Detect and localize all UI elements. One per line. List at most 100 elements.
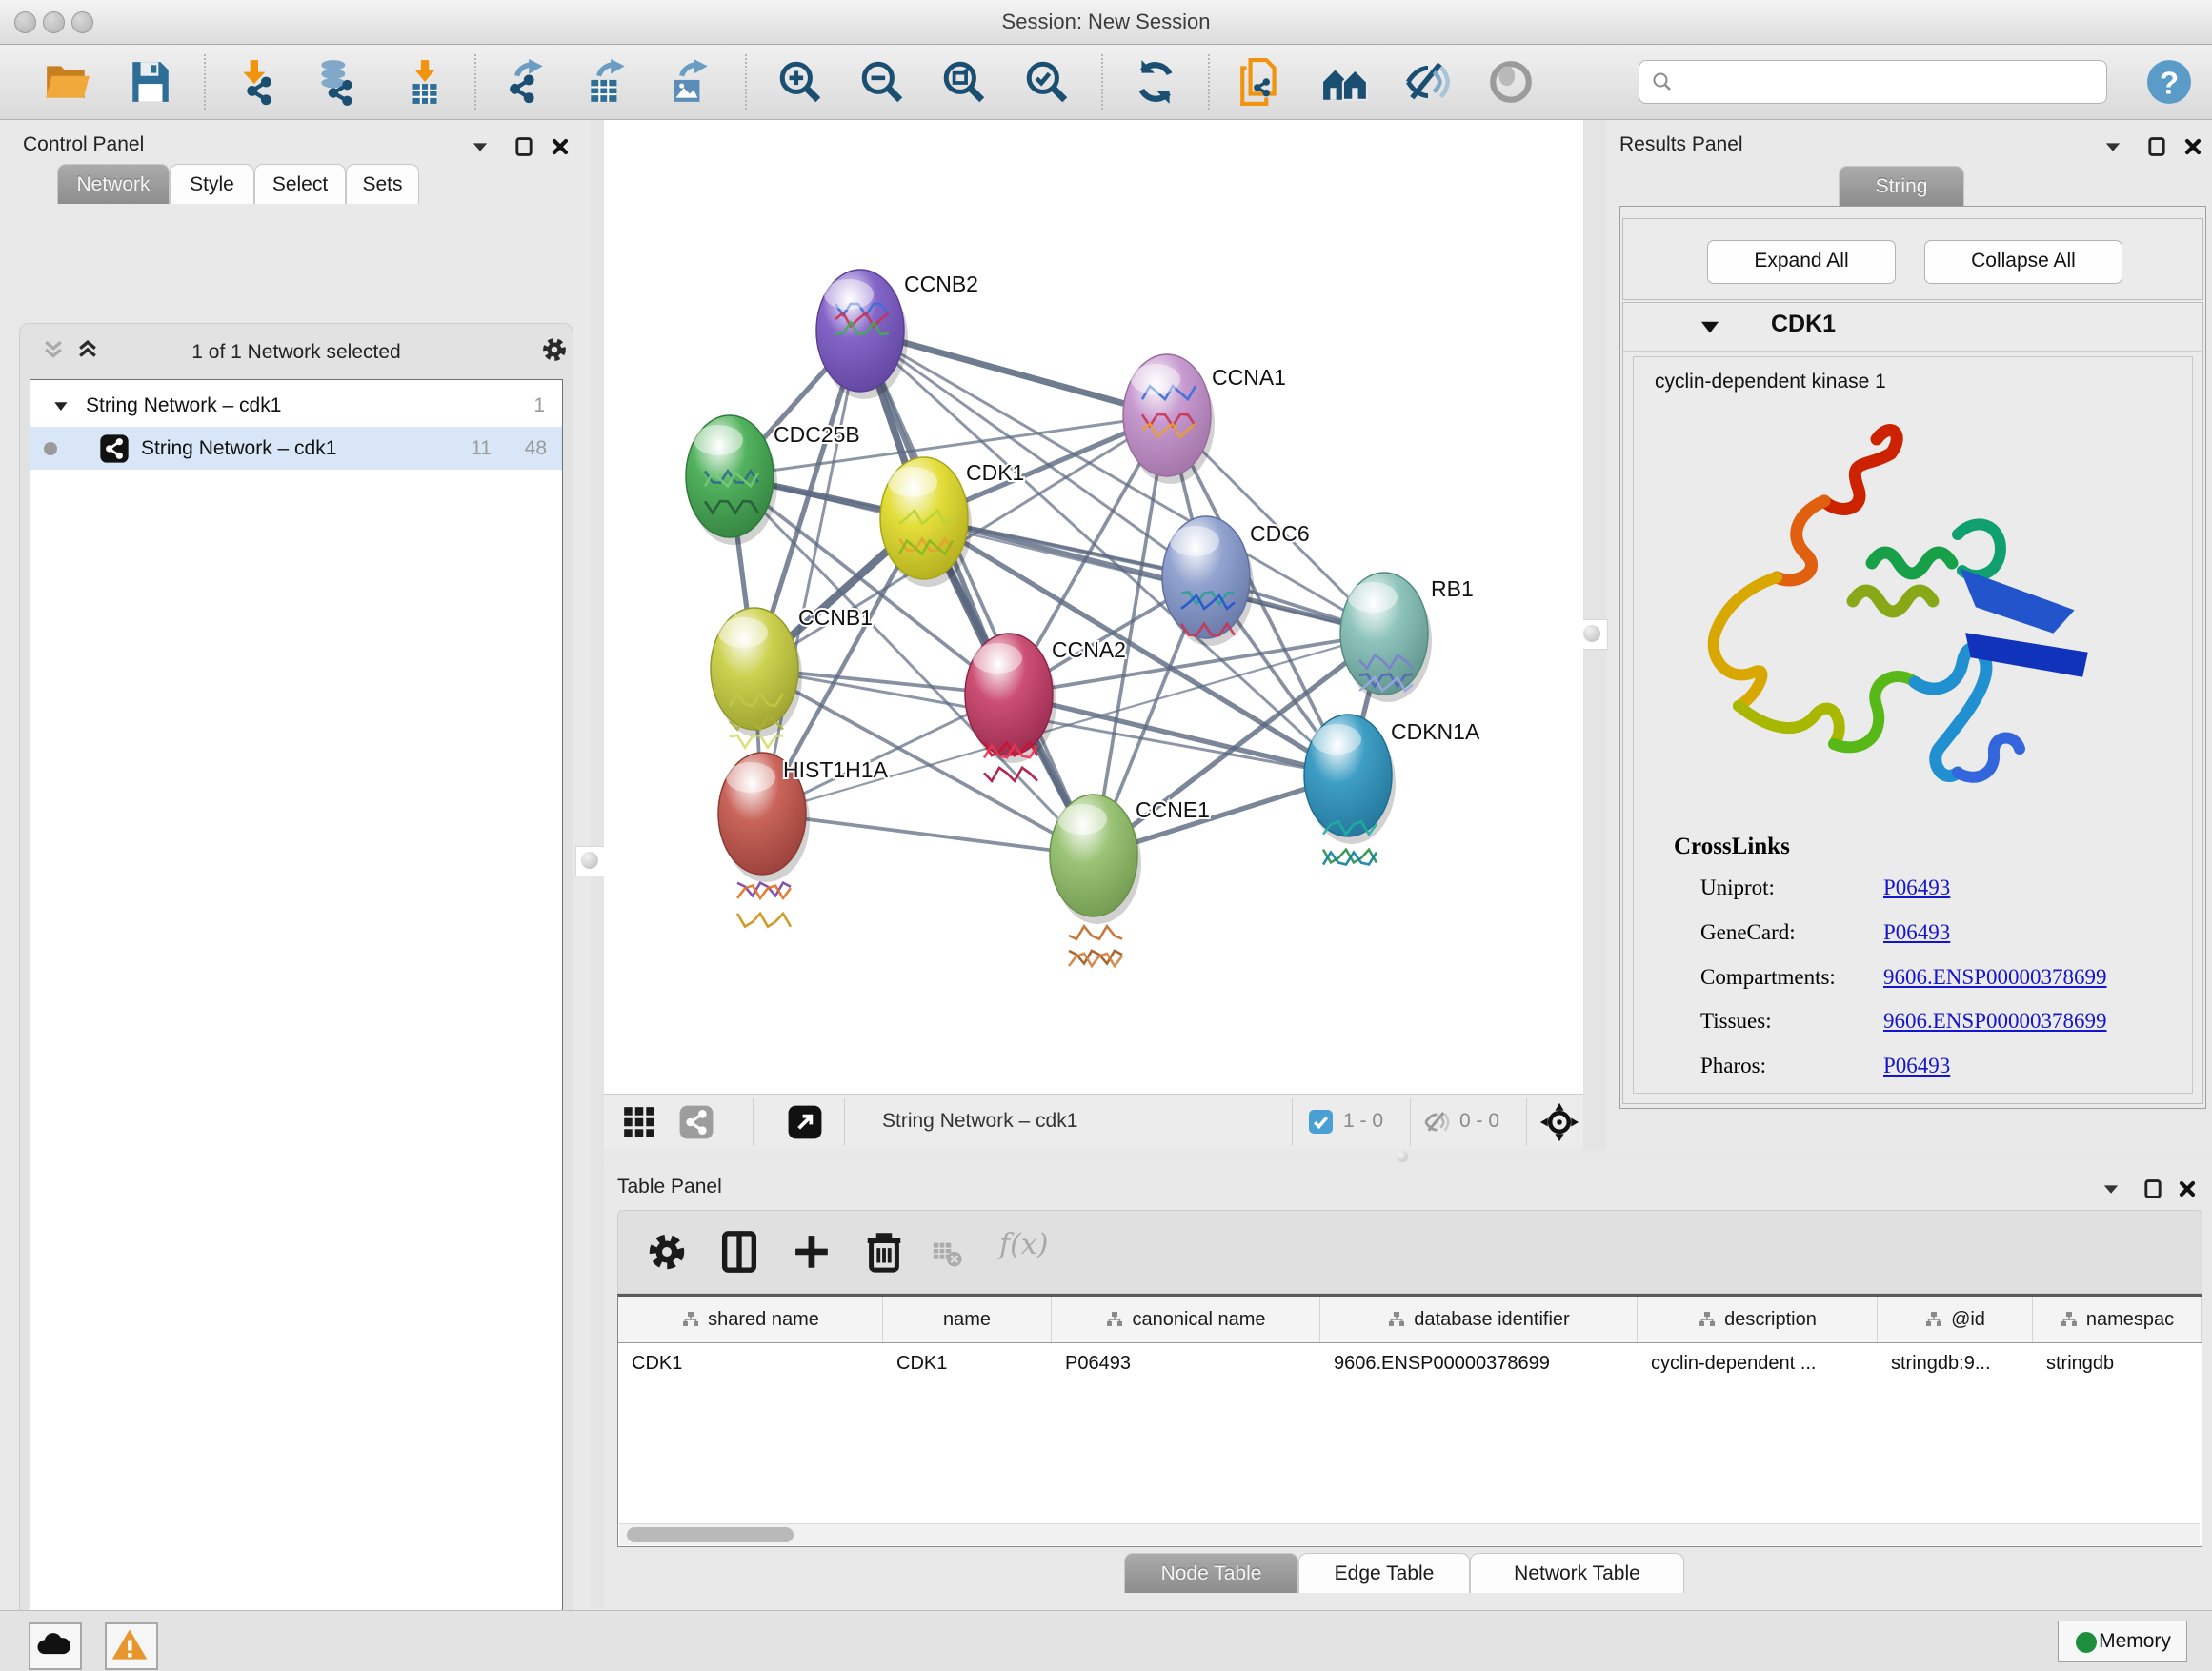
delete-column-icon[interactable] xyxy=(862,1230,906,1274)
column-header[interactable]: name xyxy=(883,1297,1052,1342)
network-edge[interactable] xyxy=(860,331,1094,856)
tab-select[interactable]: Select xyxy=(254,164,346,204)
tab-edge-table[interactable]: Edge Table xyxy=(1298,1553,1470,1593)
network-view[interactable]: CCNB2CCNA1CDC25BCDK1CDC6RB1CCNB1CCNA2CDK… xyxy=(604,120,1583,1094)
node-label-CCNB2: CCNB2 xyxy=(904,272,978,296)
share-document-icon[interactable] xyxy=(1237,58,1284,106)
shared-column-icon xyxy=(681,1310,700,1329)
gene-section-header[interactable]: CDK1 xyxy=(1623,303,2202,352)
warning-button[interactable] xyxy=(105,1622,158,1670)
panel-close-icon[interactable] xyxy=(549,135,573,160)
string-view-icon[interactable] xyxy=(678,1104,714,1140)
panel-close-icon[interactable] xyxy=(2182,135,2206,160)
network-edge[interactable] xyxy=(762,814,1094,856)
crosslink-link[interactable]: P06493 xyxy=(1883,1054,1950,1078)
grid-view-icon[interactable] xyxy=(621,1104,657,1140)
crosslink-link[interactable]: 9606.ENSP00000378699 xyxy=(1883,1009,2107,1034)
network-node-CCNB2[interactable]: CCNB2 xyxy=(816,270,978,399)
network-row-selected[interactable]: String Network – cdk1 11 48 xyxy=(30,427,562,470)
zoom-in-icon[interactable] xyxy=(776,58,824,106)
edge-count: 48 xyxy=(503,427,547,470)
network-node-RB1[interactable]: RB1 xyxy=(1340,573,1474,702)
network-node-CDC25B[interactable]: CDC25B xyxy=(686,415,860,545)
zoom-out-icon[interactable] xyxy=(858,58,906,106)
tab-node-table[interactable]: Node Table xyxy=(1124,1553,1298,1593)
open-in-window-icon[interactable] xyxy=(787,1104,823,1140)
network-node-CDC6[interactable]: CDC6 xyxy=(1162,516,1310,646)
column-header[interactable]: namespac xyxy=(2033,1297,2202,1342)
open-session-icon[interactable] xyxy=(43,58,90,106)
zoom-fit-icon[interactable] xyxy=(940,58,988,106)
cell-name[interactable]: CDK1 xyxy=(883,1342,1052,1384)
network-node-HIST1H1A[interactable]: HIST1H1A xyxy=(718,753,889,927)
column-header[interactable]: database identifier xyxy=(1320,1297,1638,1342)
crosslink-link[interactable]: 9606.ENSP00000378699 xyxy=(1883,965,2107,990)
tab-sets[interactable]: Sets xyxy=(346,164,419,204)
search-input[interactable] xyxy=(1683,65,2097,99)
cell-database-identifier[interactable]: 9606.ENSP00000378699 xyxy=(1320,1342,1638,1384)
export-table-icon[interactable] xyxy=(583,58,631,106)
export-image-icon[interactable] xyxy=(666,58,714,106)
section-collapse-icon[interactable] xyxy=(1698,314,1722,339)
cell-description[interactable]: cyclin-dependent ... xyxy=(1638,1342,1878,1384)
home-icon[interactable] xyxy=(1321,58,1369,106)
scrollbar-thumb[interactable] xyxy=(627,1527,794,1542)
shared-column-icon xyxy=(1387,1310,1406,1329)
panel-close-icon[interactable] xyxy=(2176,1178,2201,1202)
collapse-all-button[interactable]: Collapse All xyxy=(1924,240,2122,284)
birds-eye-view-icon[interactable] xyxy=(1539,1102,1579,1142)
left-splitter-grip[interactable] xyxy=(575,846,606,876)
zoom-selected-icon[interactable] xyxy=(1023,58,1071,106)
panel-float-icon[interactable] xyxy=(513,135,537,160)
panel-float-icon[interactable] xyxy=(2145,135,2170,160)
horizontal-splitter-grip[interactable] xyxy=(1397,1151,1408,1162)
network-node-CCNB1[interactable]: CCNB1 xyxy=(711,605,873,748)
panel-float-icon[interactable] xyxy=(2142,1178,2166,1202)
crosslink-link[interactable]: P06493 xyxy=(1883,876,1950,900)
network-node-CCNA1[interactable]: CCNA1 xyxy=(1123,354,1286,484)
table-horizontal-scrollbar[interactable] xyxy=(619,1523,2200,1545)
node-label-CCNB1: CCNB1 xyxy=(798,605,873,630)
cloud-button[interactable] xyxy=(29,1622,82,1670)
panel-menu-icon[interactable] xyxy=(469,135,493,160)
import-network-database-icon[interactable] xyxy=(313,58,361,106)
network-edge[interactable] xyxy=(762,331,860,814)
import-table-icon[interactable] xyxy=(401,58,449,106)
cell-shared-name[interactable]: CDK1 xyxy=(618,1342,883,1384)
show-columns-icon[interactable] xyxy=(717,1230,761,1274)
export-network-icon[interactable] xyxy=(501,58,549,106)
cell-canonical-name[interactable]: P06493 xyxy=(1052,1342,1320,1384)
table-row[interactable]: CDK1 CDK1 P06493 9606.ENSP00000378699 cy… xyxy=(618,1342,2202,1384)
expand-all-button[interactable]: Expand All xyxy=(1707,240,1896,284)
panel-menu-icon[interactable] xyxy=(2100,1178,2124,1202)
memory-button[interactable]: Memory xyxy=(2058,1621,2187,1662)
import-network-file-icon[interactable] xyxy=(234,58,282,106)
refresh-icon[interactable] xyxy=(1132,58,1179,106)
show-hidden-icon[interactable] xyxy=(1487,58,1535,106)
network-graph[interactable]: CCNB2CCNA1CDC25BCDK1CDC6RB1CCNB1CCNA2CDK… xyxy=(604,120,1583,1094)
cell-namespace[interactable]: stringdb xyxy=(2033,1342,2202,1384)
tab-network[interactable]: Network xyxy=(57,164,170,204)
column-header[interactable]: @id xyxy=(1878,1297,2033,1342)
network-options-gear-icon[interactable] xyxy=(540,335,569,364)
column-header[interactable]: shared name xyxy=(618,1297,883,1342)
network-node-CDKN1A[interactable]: CDKN1A xyxy=(1304,715,1480,865)
save-session-icon[interactable] xyxy=(127,58,174,106)
network-collection-row[interactable]: String Network – cdk1 1 xyxy=(30,384,562,427)
cell-id[interactable]: stringdb:9... xyxy=(1878,1342,2033,1384)
help-icon[interactable]: ? xyxy=(2145,58,2193,106)
selected-checkbox-icon[interactable] xyxy=(1309,1110,1333,1134)
tab-style[interactable]: Style xyxy=(170,164,254,204)
column-header[interactable]: description xyxy=(1638,1297,1878,1342)
hidden-eye-slash-icon[interactable] xyxy=(1423,1108,1452,1137)
network-node-CCNE1[interactable]: CCNE1 xyxy=(1050,795,1210,966)
hide-selected-icon[interactable] xyxy=(1404,58,1452,106)
crosslink-link[interactable]: P06493 xyxy=(1883,920,1950,945)
collection-expand-icon[interactable] xyxy=(51,384,72,427)
tab-network-table[interactable]: Network Table xyxy=(1470,1553,1684,1593)
table-options-gear-icon[interactable] xyxy=(645,1230,689,1274)
create-column-icon[interactable] xyxy=(790,1230,834,1274)
tab-string[interactable]: String xyxy=(1839,166,1964,206)
column-header[interactable]: canonical name xyxy=(1052,1297,1320,1342)
panel-menu-icon[interactable] xyxy=(2101,135,2126,160)
